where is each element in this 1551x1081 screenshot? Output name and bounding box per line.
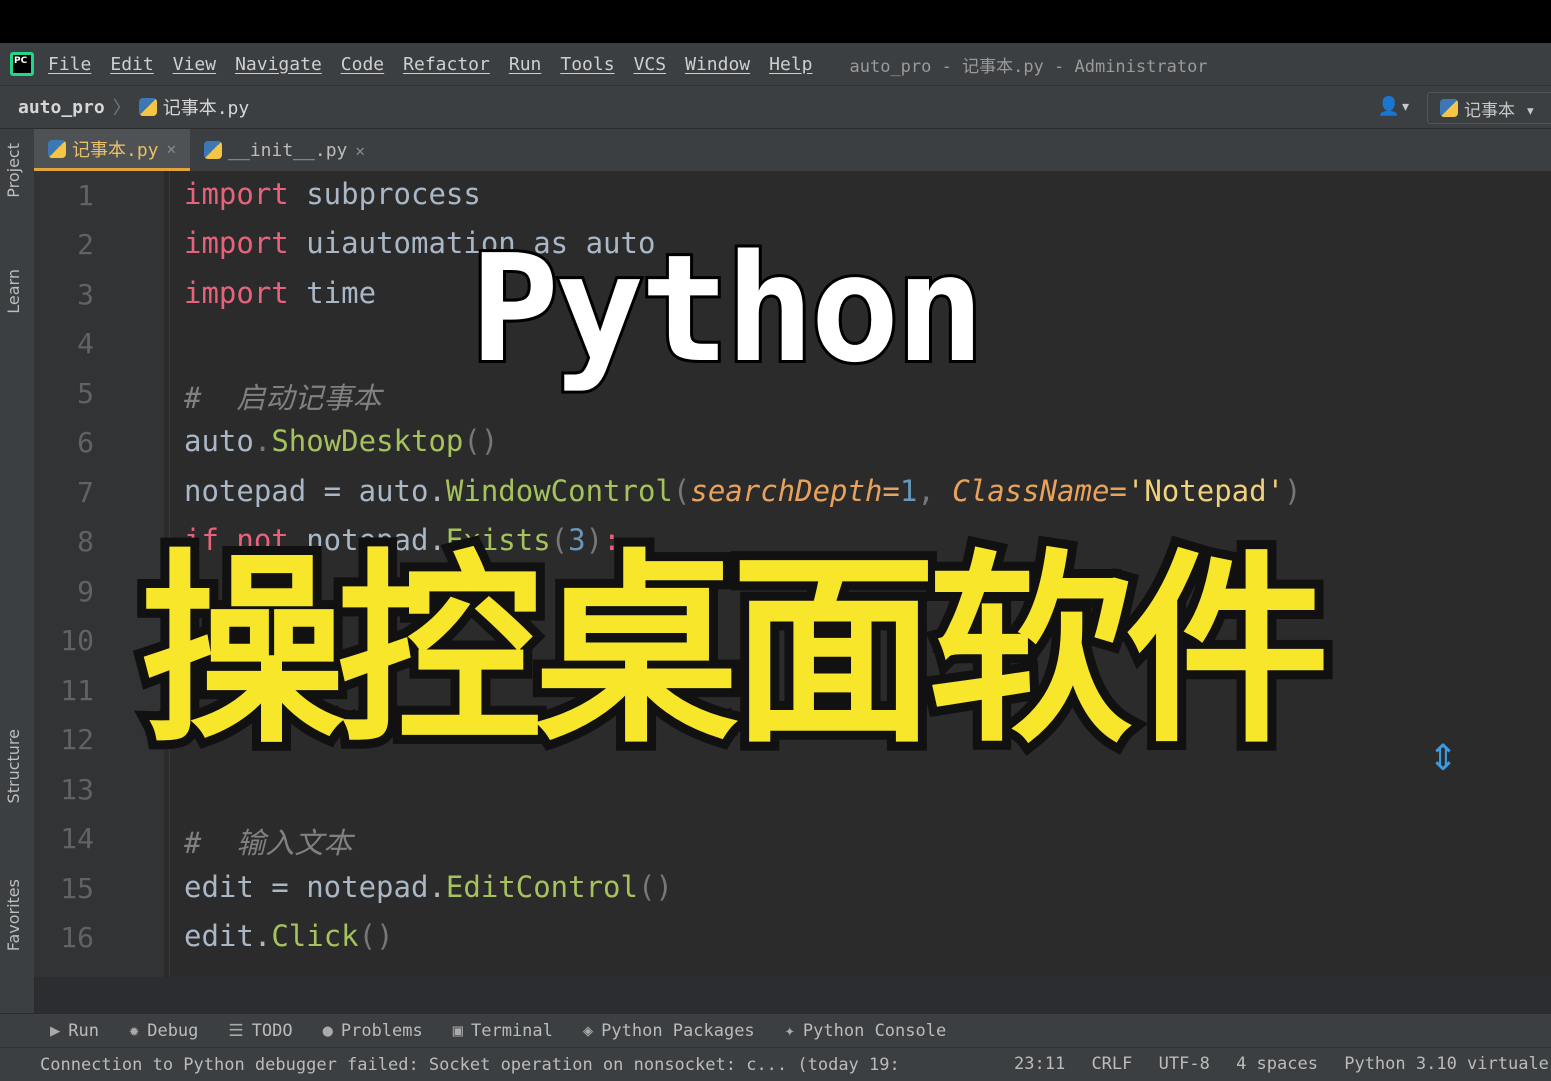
code-line-14-comment: # 输入文本 <box>184 826 353 860</box>
code-line-15: edit = notepad.EditControl() <box>184 870 673 904</box>
menu-view[interactable]: View <box>173 54 216 75</box>
python-file-icon <box>48 139 66 158</box>
line-number: 11 <box>60 674 94 707</box>
text-cursor-icon: ⇕ <box>1428 738 1459 779</box>
run-icon: ▶ <box>50 1021 61 1041</box>
close-icon[interactable]: ✕ <box>167 139 177 158</box>
python-console-icon: ✦ <box>784 1021 795 1041</box>
caret-position[interactable]: 23:11 <box>1014 1054 1065 1074</box>
code-line-6: auto.ShowDesktop() <box>184 424 499 458</box>
python-config-icon <box>1440 99 1458 117</box>
tab-init-py[interactable]: __init__.py ✕ <box>190 129 379 171</box>
code-line-5-comment: # 启动记事本 <box>184 381 382 415</box>
terminal-icon: ▣ <box>452 1021 463 1041</box>
line-number: 2 <box>77 228 94 261</box>
overlay-title-chinese: 操控桌面软件 <box>131 531 1339 774</box>
user-account-icon[interactable]: 👤▾ <box>1378 96 1411 117</box>
line-separator[interactable]: CRLF <box>1091 1054 1132 1074</box>
line-number: 10 <box>60 624 94 657</box>
line-number: 13 <box>60 773 94 806</box>
status-widgets: 23:11 CRLF UTF-8 4 spaces Python 3.10 vi… <box>1014 1054 1551 1074</box>
packages-icon: ◈ <box>582 1021 594 1041</box>
menu-run[interactable]: Run <box>509 54 542 75</box>
breadcrumb-file[interactable]: 记事本.py <box>163 94 250 120</box>
line-number: 9 <box>77 575 94 608</box>
side-tab-learn[interactable]: Learn <box>4 269 23 314</box>
breadcrumb-project[interactable]: auto_pro <box>18 97 105 118</box>
menu-navigate[interactable]: Navigate <box>235 54 322 75</box>
line-number: 7 <box>77 476 94 509</box>
python-interpreter[interactable]: Python 3.10 virtuale <box>1344 1054 1549 1074</box>
tool-window-todo[interactable]: ☰ TODO <box>228 1021 292 1041</box>
menu-help[interactable]: Help <box>769 54 812 75</box>
line-number: 14 <box>60 822 94 855</box>
status-bar: Connection to Python debugger failed: So… <box>0 1047 1551 1081</box>
screen-top-black-bar <box>0 0 1551 43</box>
tool-window-python-packages[interactable]: ◈ Python Packages <box>583 1021 755 1041</box>
code-line-16: edit.Click() <box>184 919 394 953</box>
tab-label: __init__.py <box>228 139 348 161</box>
python-file-icon <box>204 141 223 159</box>
tab-notepad-py[interactable]: 记事本.py ✕ <box>34 129 191 171</box>
side-tab-structure[interactable]: Structure <box>4 729 23 803</box>
window-title: auto_pro - 记事本.py - Administrator <box>849 56 1208 77</box>
line-number: 15 <box>60 872 94 905</box>
menu-vcs[interactable]: VCS <box>634 54 667 75</box>
tool-window-run[interactable]: ▶ Run <box>50 1021 99 1041</box>
line-number: 5 <box>77 377 94 410</box>
code-line-1: import subprocess <box>184 177 481 211</box>
problems-icon: ● <box>322 1021 333 1041</box>
tool-window-terminal[interactable]: ▣ Terminal <box>453 1021 553 1041</box>
tool-window-debug[interactable]: ✹ Debug <box>129 1021 198 1041</box>
menu-code[interactable]: Code <box>341 54 384 75</box>
line-number: 6 <box>77 426 94 459</box>
tool-window-bar: ▶ Run ✹ Debug ☰ TODO ● Problems ▣ Terminal ◈ P… <box>0 1013 1551 1048</box>
pycharm-logo-icon: PC <box>10 52 34 76</box>
menu-window[interactable]: Window <box>685 54 750 75</box>
line-number: 12 <box>60 723 94 756</box>
tab-label: 记事本.py <box>72 139 159 161</box>
menu-file[interactable]: File <box>48 54 91 75</box>
overlay-title-english: Python <box>467 223 988 395</box>
status-message[interactable]: Connection to Python debugger failed: So… <box>40 1055 900 1075</box>
list-icon: ☰ <box>228 1021 244 1041</box>
editor-tab-bar: 记事本.py ✕ __init__.py ✕ <box>34 129 1551 171</box>
menu-refactor[interactable]: Refactor <box>403 54 490 75</box>
line-number: 4 <box>77 327 94 360</box>
tool-window-problems[interactable]: ● Problems <box>323 1021 423 1041</box>
breadcrumb-separator-icon: 〉 <box>112 98 131 119</box>
run-config-label: 记事本 ▾ <box>1464 100 1536 121</box>
line-number: 16 <box>60 921 94 954</box>
line-number: 1 <box>77 179 94 212</box>
bug-icon: ✹ <box>128 1021 140 1041</box>
code-line-3: import time <box>184 276 377 310</box>
menu-tools[interactable]: Tools <box>560 54 614 75</box>
python-file-icon <box>138 98 157 116</box>
close-icon[interactable]: ✕ <box>355 141 365 160</box>
menu-bar: PC File Edit View Navigate Code Refactor… <box>0 43 1551 85</box>
code-line-7: notepad = auto.WindowControl(searchDepth… <box>184 474 1302 508</box>
navigation-bar: auto_pro 〉 记事本.py 👤▾ 记事本 ▾ <box>0 85 1551 129</box>
tool-window-python-console[interactable]: ✦ Python Console <box>785 1021 947 1041</box>
run-configuration-selector[interactable]: 记事本 ▾ <box>1427 92 1551 124</box>
indent-setting[interactable]: 4 spaces <box>1236 1054 1318 1074</box>
menu-edit[interactable]: Edit <box>110 54 153 75</box>
side-tab-favorites[interactable]: Favorites <box>4 879 23 951</box>
side-tab-project[interactable]: Project <box>4 143 23 198</box>
left-tool-strip: Project Learn Structure Favorites <box>0 129 35 1013</box>
file-encoding[interactable]: UTF-8 <box>1159 1054 1210 1074</box>
line-number: 3 <box>77 278 94 311</box>
line-number: 8 <box>77 525 94 558</box>
